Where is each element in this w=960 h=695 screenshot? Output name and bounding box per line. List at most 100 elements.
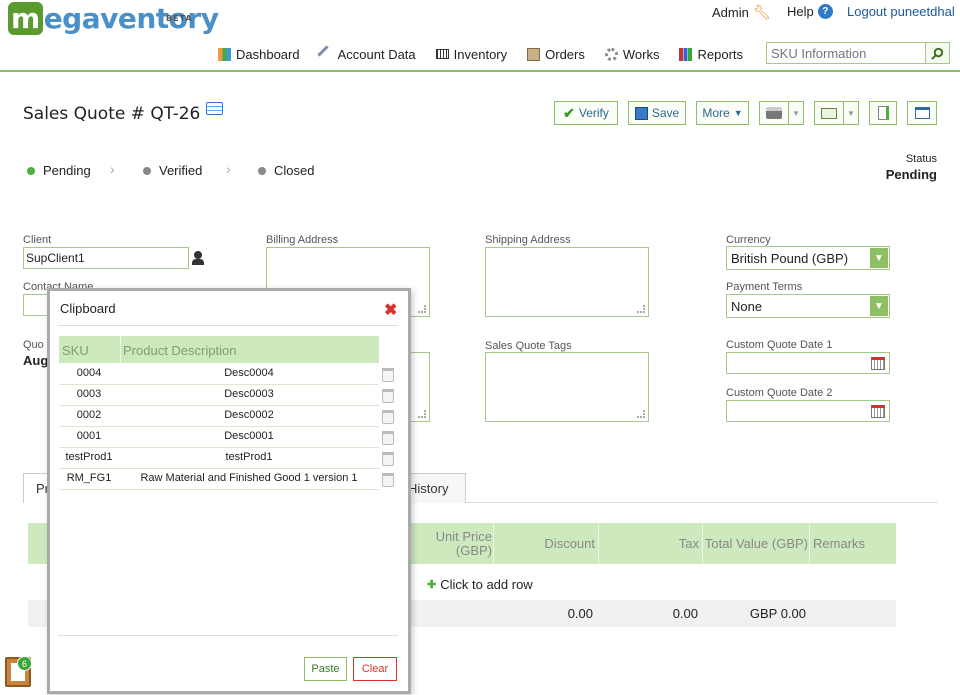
client-input[interactable]: SupClient1 [23, 247, 189, 269]
shipping-address-textarea[interactable] [485, 247, 649, 317]
verify-button[interactable]: ✔ Verify [554, 101, 618, 125]
tags-textarea[interactable] [485, 352, 649, 422]
step-pending: Pending [27, 163, 91, 178]
trash-icon[interactable] [382, 410, 394, 424]
nav-reports[interactable]: Reports [669, 44, 753, 64]
wrench-icon: 🔧︎ [752, 4, 771, 20]
trash-icon[interactable] [382, 389, 394, 403]
add-row-link[interactable]: ✚ Click to add row [427, 577, 533, 592]
unit-price-header: Unit Price (GBP) [435, 529, 492, 558]
floppy-icon [634, 106, 648, 120]
new-document-button[interactable] [869, 101, 897, 125]
column-divider [702, 523, 703, 564]
search-button[interactable] [925, 43, 949, 63]
remarks-header: Remarks [813, 536, 866, 551]
column-divider [493, 523, 494, 564]
nav-account-data[interactable]: Account Data [310, 44, 426, 64]
column-divider [120, 336, 121, 363]
help-link[interactable]: Help? [787, 4, 833, 19]
printer-icon [766, 107, 782, 119]
column-divider [809, 523, 810, 564]
admin-link[interactable]: Admin 🔧︎ [712, 4, 771, 21]
print-options-dropdown[interactable]: ▼ [789, 101, 804, 125]
clipboard-title: Clipboard [60, 301, 116, 316]
custom-date-1-input[interactable] [726, 352, 890, 374]
chevron-down-icon: ▼ [870, 296, 888, 316]
close-icon[interactable]: ✖ [384, 300, 397, 320]
custom-date-2-input[interactable] [726, 400, 890, 422]
trash-icon[interactable] [382, 431, 394, 445]
grand-total: GBP 0.00 [749, 606, 806, 621]
clipboard-row[interactable]: 0004 Desc0004 [59, 364, 379, 385]
orders-icon [527, 47, 541, 61]
window-icon [914, 107, 930, 119]
clipboard-divider [58, 635, 398, 636]
clipboard-row[interactable]: 0002 Desc0002 [59, 406, 379, 427]
layout-button[interactable] [907, 101, 937, 125]
shipping-address-label: Shipping Address [485, 234, 571, 246]
nav-dashboard[interactable]: Dashboard [208, 44, 310, 64]
status-dot [143, 166, 151, 175]
sku-search-box [766, 42, 950, 64]
save-button[interactable]: Save [628, 101, 686, 125]
chevron-down-icon: ▼ [733, 108, 743, 118]
dashboard-icon [218, 47, 231, 61]
custom-date-1-label: Custom Quote Date 1 [726, 339, 833, 351]
more-dropdown[interactable]: More ▼ [696, 101, 749, 125]
calendar-icon[interactable] [871, 356, 885, 370]
clipboard-row[interactable]: testProd1 testProd1 [59, 448, 379, 469]
gear-icon [604, 47, 618, 61]
nav-works[interactable]: Works [595, 44, 670, 64]
email-button[interactable] [814, 101, 844, 125]
status-value: Pending [885, 167, 937, 182]
help-icon: ? [817, 4, 833, 19]
calendar-icon[interactable] [871, 404, 885, 418]
billing-address-label: Billing Address [266, 234, 339, 246]
chevron-down-icon: ▼ [792, 108, 800, 118]
chevron-right-icon: › [226, 161, 231, 177]
paste-button[interactable]: Paste [304, 657, 347, 681]
trash-icon[interactable] [382, 368, 394, 382]
status-dot [258, 166, 266, 175]
tax-header: Tax [678, 536, 699, 551]
description-column-header: Product Description [123, 343, 237, 358]
clipboard-row[interactable]: 0001 Desc0001 [59, 427, 379, 448]
trash-icon[interactable] [382, 452, 394, 466]
plus-icon: ✚ [427, 579, 437, 591]
total-value-header: Total Value (GBP) [704, 536, 808, 551]
payment-terms-select[interactable]: None ▼ [726, 294, 890, 318]
add-contact-icon[interactable] [192, 251, 206, 265]
megaventory-logo[interactable]: m egaventory BETA [8, 2, 219, 36]
chevron-right-icon: › [110, 161, 115, 177]
quote-date-label: Quo [23, 339, 44, 351]
email-options-dropdown[interactable]: ▼ [844, 101, 859, 125]
comment-icon[interactable] [205, 102, 223, 115]
bar-chart-icon [679, 47, 693, 61]
new-document-icon [877, 106, 889, 120]
status-dot [27, 166, 35, 175]
currency-select[interactable]: British Pound (GBP) ▼ [726, 246, 890, 270]
trash-icon[interactable] [382, 473, 394, 487]
email-icon [821, 107, 837, 119]
tax-total: 0.00 [672, 606, 698, 621]
discount-total: 0.00 [567, 606, 593, 621]
page-title: Sales Quote # QT-26 [23, 102, 223, 124]
step-verified: Verified [143, 163, 202, 178]
logout-link[interactable]: Logout puneetdhal [847, 4, 955, 19]
nav-inventory[interactable]: Inventory [426, 44, 517, 64]
wrench-icon [316, 44, 336, 64]
nav-orders[interactable]: Orders [517, 44, 595, 64]
clipboard-row[interactable]: 0003 Desc0003 [59, 385, 379, 406]
print-button[interactable] [759, 101, 789, 125]
quote-date-value: Aug [23, 353, 49, 368]
status-label: Status [905, 153, 937, 165]
clear-button[interactable]: Clear [353, 657, 397, 681]
barcode-icon [435, 49, 449, 59]
tags-label: Sales Quote Tags [485, 340, 572, 352]
clipboard-divider [58, 325, 398, 326]
sku-search-input[interactable] [767, 43, 925, 63]
custom-date-2-label: Custom Quote Date 2 [726, 387, 833, 399]
clipboard-row[interactable]: RM_FG1 Raw Material and Finished Good 1 v… [59, 469, 379, 490]
currency-label: Currency [726, 234, 771, 246]
payment-terms-label: Payment Terms [726, 281, 803, 293]
